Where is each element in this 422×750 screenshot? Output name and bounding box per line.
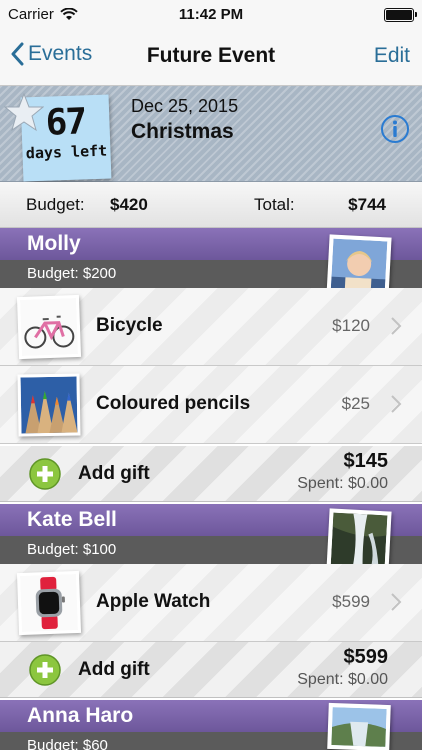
add-gift-row: Add gift $145 Spent: $0.00 [0,446,422,502]
person-budget-label: Budget: $200 [27,265,117,282]
avatar[interactable] [327,702,391,750]
chevron-right-icon [391,317,402,335]
total-value: $744 [348,195,386,214]
gift-row[interactable]: Bicycle $120 [0,288,422,366]
gift-name: Apple Watch [96,591,211,612]
add-gift-button[interactable] [29,458,61,490]
status-bar: Carrier 11:42 PM [0,0,422,30]
days-left-label: days left [25,141,108,163]
person-spent: Spent: $0.00 [297,671,388,688]
pencils-photo [17,373,81,437]
total-label: Total: [254,195,295,214]
person-spent: Spent: $0.00 [297,475,388,492]
person-name: Molly [27,232,81,255]
event-name: Christmas [131,120,234,143]
budget-label: Budget: [26,195,85,214]
person-name: Anna Haro [27,704,134,727]
event-date: Dec 25, 2015 [131,96,239,116]
budget-value: $420 [110,195,148,214]
navigation-bar: Events Future Event Edit [0,30,422,86]
star-icon [4,92,44,132]
edit-button[interactable]: Edit [374,44,410,68]
add-gift-button[interactable] [29,654,61,686]
gift-row[interactable]: Coloured pencils $25 [0,366,422,444]
gift-price: $599 [332,592,370,611]
status-time: 11:42 PM [178,6,244,23]
gift-name: Bicycle [96,315,163,336]
gift-name: Coloured pencils [96,393,251,414]
chevron-right-icon [391,395,402,413]
page-title: Future Event [146,44,276,67]
battery-icon [384,8,417,22]
add-gift-label[interactable]: Add gift [78,463,150,485]
person-total: $145 [343,450,389,472]
budget-summary: Budget: $420 Total: $744 [0,182,422,228]
add-gift-row: Add gift $599 Spent: $0.00 [0,642,422,698]
gift-price: $25 [341,394,370,413]
event-header: 67 days left Dec 25, 2015 Christmas [0,86,422,182]
chevron-right-icon [391,593,402,611]
info-icon[interactable] [380,114,410,144]
add-gift-label[interactable]: Add gift [78,659,150,681]
person-name: Kate Bell [27,508,117,531]
gift-row[interactable]: Apple Watch $599 [0,564,422,642]
person-total: $599 [343,646,389,668]
watch-photo [16,570,82,636]
gift-price: $120 [332,316,370,335]
person-budget-label: Budget: $60 [27,737,108,750]
bicycle-photo [16,294,82,360]
person-budget-label: Budget: $100 [27,541,117,558]
